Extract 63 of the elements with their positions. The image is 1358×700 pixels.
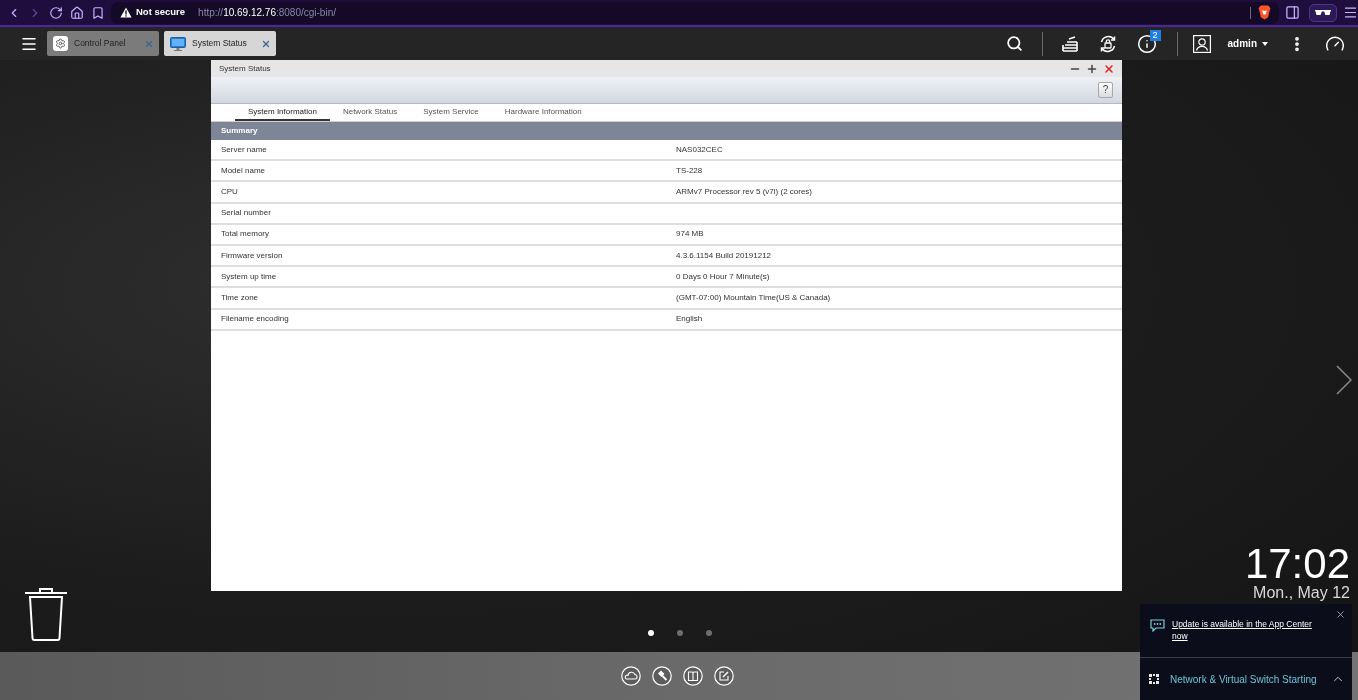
url-text[interactable]: http://10.69.12.76:8080/cgi-bin/ (198, 5, 336, 20)
help-button[interactable]: ? (1098, 82, 1113, 98)
info-label: CPU (220, 185, 239, 198)
user-icon[interactable] (1192, 34, 1211, 53)
info-value: TS-228 (676, 164, 703, 177)
edit-icon[interactable] (714, 666, 734, 686)
update-link[interactable]: Update is available in the App Center now (1172, 618, 1320, 642)
user-menu-button[interactable]: admin (1227, 36, 1268, 51)
address-bar[interactable]: Not secure http://10.69.12.76:8080/cgi-bin/ (111, 1, 1280, 24)
info-label: System up time (220, 270, 278, 283)
app-tab[interactable]: Control Panel (47, 31, 159, 56)
search-icon[interactable] (1005, 35, 1023, 52)
tab-label: Control Panel (74, 37, 126, 50)
app-tab[interactable]: System Status (164, 31, 276, 56)
close-icon[interactable] (1335, 609, 1346, 620)
home-icon[interactable] (70, 5, 84, 20)
info-label: Time zone (220, 291, 260, 304)
info-label: Filename encoding (220, 313, 290, 326)
shield-icon[interactable] (1258, 5, 1272, 20)
info-value: ARMv7 Processor rev 5 (v7l) (2 cores) (676, 185, 813, 198)
book-icon[interactable] (683, 666, 703, 686)
window-title: System Status (219, 62, 271, 75)
task-status-text: Network & Virtual Switch Starting (1170, 672, 1317, 687)
maximize-icon[interactable] (1086, 62, 1098, 75)
gear-icon (53, 36, 68, 51)
window-tab[interactable]: System Service (410, 104, 492, 121)
bookmark-icon[interactable] (91, 5, 105, 20)
hammer-icon[interactable] (652, 666, 672, 686)
glasses-icon[interactable] (1309, 3, 1337, 22)
info-value: English (676, 313, 703, 326)
window-tab[interactable]: Network Status (329, 104, 411, 121)
info-value: 0 Days 0 Hour 7 Minute(s) (676, 270, 770, 283)
stack-icon[interactable] (1060, 34, 1079, 53)
info-label: Serial number (220, 207, 272, 220)
warning-icon (120, 7, 132, 18)
monitor-icon (170, 36, 186, 51)
close-icon[interactable] (261, 38, 271, 49)
trash-icon[interactable] (25, 588, 67, 641)
caret-icon (1262, 41, 1268, 46)
info-label: Total memory (220, 228, 270, 241)
security-label[interactable]: Not secure (136, 5, 186, 20)
reload-icon[interactable] (49, 5, 63, 20)
cloud-icon[interactable] (621, 666, 641, 686)
window-tab[interactable]: Hardware Information (491, 104, 595, 121)
dotted-square-icon (1149, 674, 1159, 684)
clock-time: 17:02 (1244, 546, 1350, 582)
notification-badge: 2 (1149, 29, 1161, 41)
info-value: 4.3.6.1154 Build 20191212 (676, 249, 772, 262)
message-icon (1150, 619, 1165, 632)
menu-icon[interactable] (1343, 5, 1358, 20)
sidebar-icon[interactable] (1285, 5, 1301, 20)
info-label: Firmware version (220, 249, 284, 262)
chevron-right-icon[interactable] (1336, 365, 1352, 395)
info-value: NAS032CEC (676, 143, 723, 156)
close-icon[interactable] (1103, 62, 1115, 75)
info-icon[interactable] (1136, 33, 1157, 54)
tab-label: System Status (192, 37, 247, 50)
section-header: Summary (211, 122, 1122, 140)
info-value: 974 MB (676, 228, 704, 241)
clock-date: Mon., May 12 (1253, 585, 1350, 601)
info-label: Server name (220, 143, 268, 156)
info-value: (GMT-07:00) Mountain Time(US & Canada) (676, 291, 831, 304)
info-label: Model name (220, 164, 267, 177)
